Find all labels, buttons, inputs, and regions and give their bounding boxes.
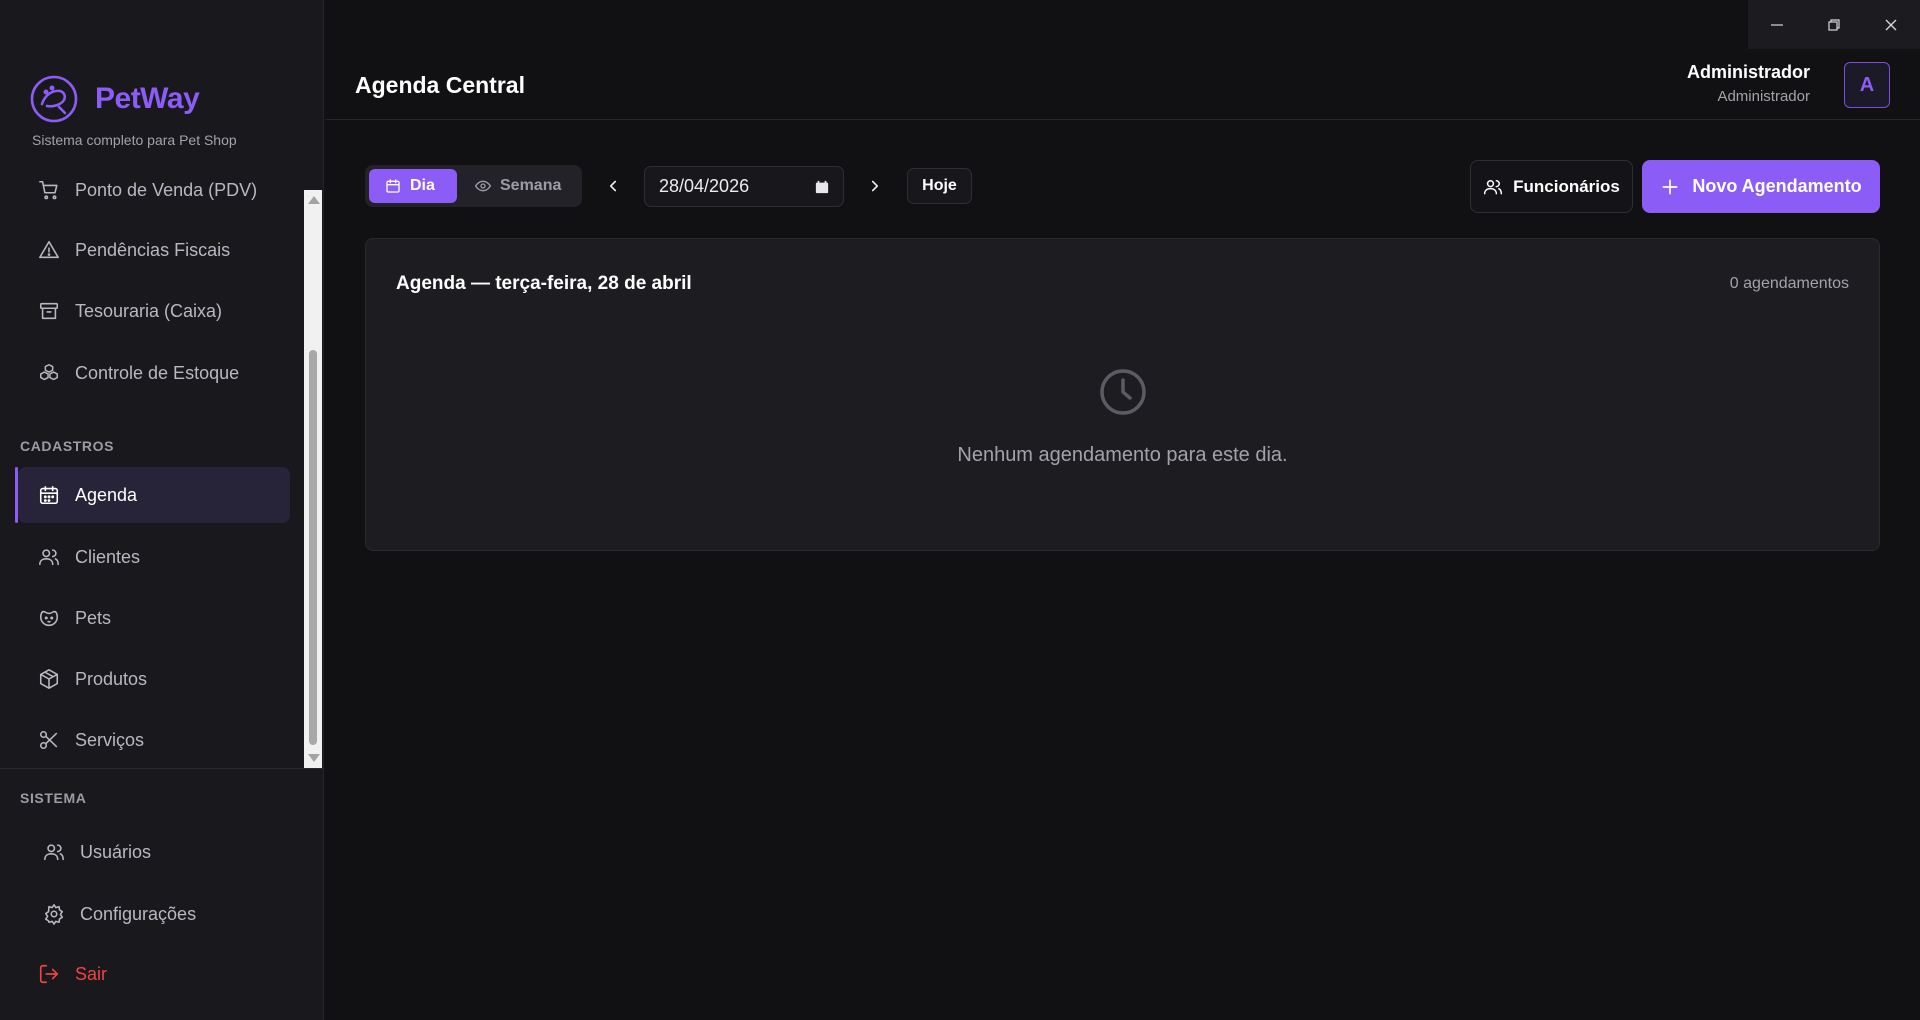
view-day-button[interactable]: Dia — [369, 169, 457, 203]
view-week-label: Semana — [500, 177, 562, 194]
sidebar-item-usuarios[interactable]: Usuários — [23, 824, 295, 880]
users-icon — [44, 844, 64, 861]
sidebar-item-tesouraria[interactable]: Tesouraria (Caixa) — [18, 283, 290, 339]
page-title: Agenda Central — [355, 72, 525, 98]
sidebar-item-label: Agenda — [75, 484, 138, 505]
view-week-button[interactable]: Semana — [457, 169, 577, 203]
sidebar-item-label: Pets — [75, 607, 112, 628]
avatar[interactable]: A — [1844, 62, 1890, 108]
brand-subtitle: Sistema completo para Pet Shop — [32, 132, 237, 148]
sidebar-item-label: Ponto de Venda (PDV) — [75, 179, 258, 200]
sidebar-item-pdv[interactable]: Ponto de Venda (PDV) — [18, 176, 290, 218]
scissors-icon — [39, 730, 58, 750]
calendar-picker-icon[interactable] — [815, 180, 829, 194]
sidebar-item-label: Tesouraria (Caixa) — [75, 300, 223, 321]
sidebar-nav-scroll: Ponto de Venda (PDV) Pendências Fiscais … — [0, 176, 324, 768]
logout-label: Sair — [75, 963, 108, 984]
users-icon — [39, 549, 59, 566]
sidebar-item-label: Pendências Fiscais — [75, 239, 231, 260]
calendar-icon — [39, 485, 59, 505]
user-role: Administrador — [1717, 88, 1810, 105]
boxes-icon — [40, 364, 58, 381]
sidebar-item-pendencias-fiscais[interactable]: Pendências Fiscais — [18, 222, 290, 278]
plus-icon — [1662, 179, 1678, 194]
new-appointment-label: Novo Agendamento — [1692, 176, 1862, 196]
staff-button[interactable]: Funcionários — [1470, 160, 1633, 213]
scroll-up-arrow-icon[interactable] — [308, 196, 320, 204]
sidebar-item-clientes[interactable]: Clientes — [18, 529, 290, 585]
gear-icon — [44, 904, 64, 925]
clock-icon — [1100, 369, 1146, 415]
previous-day-button[interactable] — [597, 170, 629, 202]
sidebar-item-produtos[interactable]: Produtos — [18, 651, 290, 707]
user-name: Administrador — [1686, 62, 1810, 82]
view-toggle: Dia Semana — [365, 165, 582, 207]
sidebar-item-servicos[interactable]: Serviços — [18, 712, 290, 768]
section-label-cadastros: CADASTROS — [20, 438, 115, 454]
warning-icon — [39, 240, 59, 259]
chevron-left-icon — [609, 180, 617, 192]
cart-icon — [39, 180, 58, 200]
brand-name: PetWay — [95, 82, 200, 115]
agenda-title: Agenda — terça-feira, 28 de abril — [396, 273, 692, 294]
petway-logo-icon — [30, 75, 78, 123]
chevron-right-icon — [871, 180, 879, 192]
sidebar-item-controle-estoque[interactable]: Controle de Estoque — [18, 345, 290, 401]
view-day-label: Dia — [410, 177, 435, 194]
new-appointment-button[interactable]: Novo Agendamento — [1642, 160, 1880, 213]
sidebar-item-label: Controle de Estoque — [75, 362, 240, 383]
section-label-sistema: SISTEMA — [20, 790, 87, 806]
top-header: Agenda Central Administrador Administrad… — [325, 0, 1920, 120]
sidebar-item-label: Configurações — [80, 903, 197, 924]
archive-icon — [39, 302, 59, 320]
logout-icon — [39, 964, 59, 984]
sidebar-item-label: Produtos — [75, 668, 148, 689]
scroll-thumb[interactable] — [309, 350, 317, 745]
logout-button[interactable]: Sair — [18, 946, 290, 1002]
package-icon — [39, 669, 59, 689]
empty-message: Nenhum agendamento para este dia. — [957, 444, 1288, 466]
date-input[interactable]: 28/04/2026 — [644, 166, 844, 207]
sidebar-scrollbar[interactable] — [304, 190, 322, 768]
sidebar-item-agenda[interactable]: Agenda — [15, 467, 290, 523]
sidebar-divider — [0, 768, 324, 769]
scroll-down-arrow-icon[interactable] — [308, 754, 320, 762]
calendar-icon — [386, 179, 400, 193]
brand: PetWay — [29, 74, 200, 124]
sidebar-item-configuracoes[interactable]: Configurações — [23, 886, 295, 942]
paw-icon — [39, 610, 59, 627]
eye-icon — [475, 180, 491, 192]
next-day-button[interactable] — [859, 170, 891, 202]
today-button[interactable]: Hoje — [907, 168, 972, 204]
appointments-count: 0 agendamentos — [1729, 275, 1849, 292]
user-info: Administrador Administrador — [1687, 62, 1810, 105]
sidebar-item-pets[interactable]: Pets — [18, 590, 290, 646]
staff-label: Funcionários — [1513, 176, 1620, 196]
sidebar: PetWay Sistema completo para Pet Shop Po… — [0, 0, 324, 1020]
date-value: 28/04/2026 — [659, 176, 750, 196]
agenda-card: Agenda — terça-feira, 28 de abril 0 agen… — [365, 238, 1880, 551]
sidebar-item-label: Clientes — [75, 546, 141, 567]
sidebar-item-label: Usuários — [80, 841, 152, 862]
users-icon — [1484, 179, 1503, 194]
sidebar-item-label: Serviços — [75, 729, 145, 750]
